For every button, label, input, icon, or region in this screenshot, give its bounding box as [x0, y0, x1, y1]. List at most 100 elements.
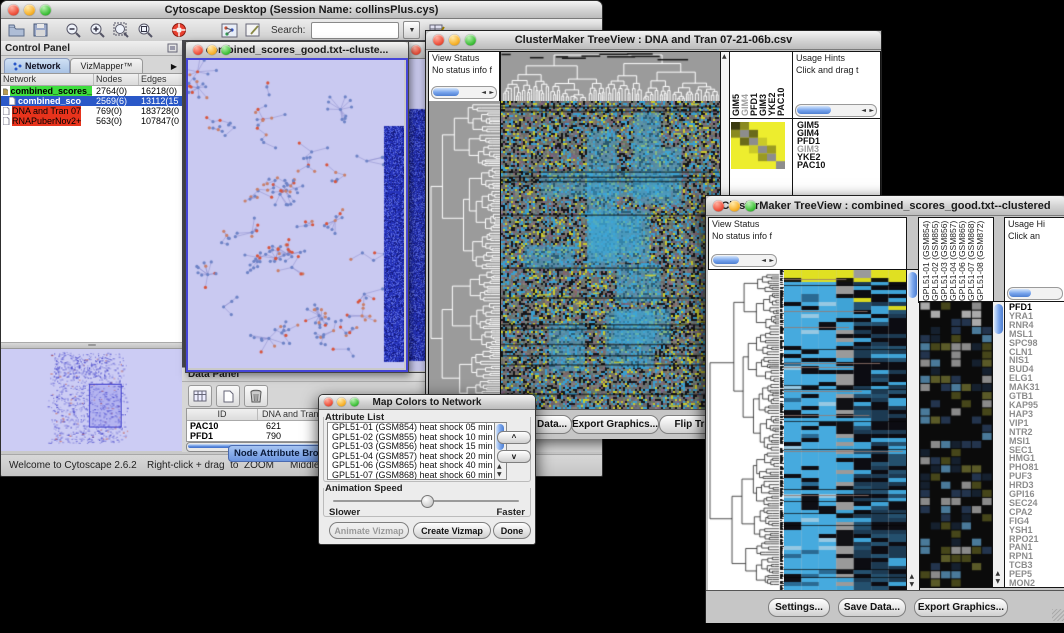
new-attribute-icon[interactable]	[216, 385, 240, 407]
move-down-button[interactable]: v	[497, 450, 531, 463]
tv2-export-graphics-button[interactable]: Export Graphics...	[914, 598, 1008, 617]
delete-attribute-trash-icon[interactable]	[244, 385, 268, 407]
minimize-button[interactable]	[337, 398, 346, 407]
network-view-canvas[interactable]	[188, 60, 404, 368]
zoom-button[interactable]	[221, 45, 231, 55]
file-icon	[3, 107, 10, 115]
minimize-button[interactable]	[729, 200, 740, 211]
tv2-usage-scrollbar[interactable]	[1007, 287, 1063, 300]
animation-speed-slider[interactable]	[333, 495, 519, 507]
move-up-button[interactable]: ^	[497, 431, 531, 444]
zoom-button[interactable]	[40, 4, 51, 15]
tv2-row-dendrogram-canvas[interactable]	[708, 269, 784, 590]
attribute-list-item[interactable]: GPL51-07 (GSM868) heat shock 60 min	[330, 471, 494, 481]
treeview1-title: ClusterMaker TreeView : DNA and Tran 07-…	[426, 34, 881, 46]
done-button[interactable]: Done	[493, 522, 531, 539]
network-row-combined-scores[interactable]: combined_scores_ 2764(0) 16218(0)	[1, 86, 182, 96]
create-vizmap-button[interactable]: Create Vizmap	[413, 522, 491, 539]
desktop: Cytoscape Desktop (Session Name: collins…	[0, 0, 1064, 633]
tv1-correlation-matrix-canvas	[731, 122, 785, 169]
help-lifebuoy-icon[interactable]	[168, 21, 189, 39]
attribute-listbox[interactable]: GPL51-01 (GSM854) heat shock 05 minGPL51…	[327, 422, 495, 480]
network-row-rnapuber[interactable]: RNAPuberNov2+ 563(0) 107847(0)	[1, 116, 182, 126]
slider-thumb[interactable]	[421, 495, 434, 508]
network-row-combined-sco-selected[interactable]: combined_sco 2569(6) 13112(15)	[1, 96, 182, 106]
map-colors-dialog: Map Colors to Network Attribute List GPL…	[318, 394, 536, 545]
tv1-export-graphics-button[interactable]: Export Graphics...	[571, 415, 659, 434]
close-button[interactable]	[713, 200, 724, 211]
tv2-column-labels-panel: GPL51-01 (GSM854)GPL51-02 (GSM855)GPL51-…	[918, 217, 994, 303]
network-view-window: combined_scores_good.txt--cluste...	[185, 41, 409, 373]
file-icon	[3, 117, 10, 125]
network-table-header: Network Nodes Edges	[1, 74, 182, 86]
network-overview-icon[interactable]	[219, 21, 240, 39]
tv2-button-bar: Settings... Save Data... Export Graphics…	[706, 590, 1064, 623]
float-panel-icon[interactable]	[167, 43, 178, 53]
network-overview-canvas[interactable]	[1, 349, 182, 451]
network-tab-icon	[13, 62, 22, 71]
treeview2-title: ClusterMaker TreeView : combined_scores_…	[706, 200, 1064, 212]
control-panel-tabs: Network VizMapper™ ▶	[1, 56, 182, 74]
tv2-usage-hints-panel: Usage Hi Click an	[1004, 217, 1064, 303]
save-icon[interactable]	[30, 21, 51, 39]
folder-icon	[3, 87, 8, 95]
tv1-status-scrollbar[interactable]: ◄►	[431, 86, 497, 99]
tv2-heatmap-canvas[interactable]	[784, 269, 906, 590]
minimize-button[interactable]	[207, 45, 217, 55]
tv1-column-labels-panel: GIM5GIM4PFD1GIM3YKE2PAC10	[729, 51, 794, 120]
faster-label: Faster	[496, 507, 525, 518]
tv2-view-status-panel: View Status No status info f ◄►	[708, 217, 780, 270]
close-button[interactable]	[8, 4, 19, 15]
file-icon	[9, 97, 16, 105]
tv2-settings-button[interactable]: Settings...	[768, 598, 830, 617]
minimize-button[interactable]	[24, 4, 35, 15]
zoom-out-icon[interactable]	[63, 21, 84, 39]
tv2-status-scrollbar[interactable]: ◄►	[711, 254, 777, 267]
close-button[interactable]	[411, 45, 421, 55]
zoom-button[interactable]	[465, 35, 476, 46]
tab-overflow-arrow[interactable]: ▶	[171, 62, 180, 73]
dp-col-id[interactable]: ID	[187, 409, 258, 420]
zoom-fit-icon[interactable]	[111, 21, 132, 39]
node-attribute-browser-tab[interactable]: Node Attribute Brows	[228, 445, 326, 462]
open-file-icon[interactable]	[6, 21, 27, 39]
main-window-title: Cytoscape Desktop (Session Name: collins…	[1, 4, 602, 16]
tv2-gene-list-panel: PFD1YRA1RNR4MSL1SPC98CLN1NIS1BUD4ELG1MAK…	[1004, 301, 1064, 588]
tv2-save-data-button[interactable]: Save Data...	[838, 598, 906, 617]
close-button[interactable]	[433, 35, 444, 46]
minimize-button[interactable]	[449, 35, 460, 46]
attribute-select-icon[interactable]	[188, 385, 212, 407]
control-panel-title: Control Panel	[5, 43, 167, 54]
tab-network[interactable]: Network	[4, 58, 70, 73]
tv2-top-dendrogram-panel	[778, 217, 907, 270]
tv1-usage-hints-panel: Usage Hints Click and drag t ◄►	[792, 51, 881, 120]
tv1-usage-scrollbar[interactable]: ◄►	[795, 104, 877, 117]
zoom-button[interactable]	[745, 200, 756, 211]
zoom-in-icon[interactable]	[87, 21, 108, 39]
network-row-dna-tran[interactable]: DNA and Tran 07 769(0) 183728(0)	[1, 106, 182, 116]
annotation-icon[interactable]	[243, 21, 264, 39]
search-dropdown-button[interactable]: ▼	[403, 21, 420, 39]
tab-vizmapper[interactable]: VizMapper™	[70, 58, 144, 73]
tv1-column-label: PAC10	[777, 82, 786, 116]
status-welcome: Welcome to Cytoscape 2.6.2	[9, 460, 137, 471]
tv2-gene-label[interactable]: MON2	[1007, 579, 1064, 588]
zoom-selected-icon[interactable]	[135, 21, 156, 39]
tv1-row-dendrogram-canvas[interactable]	[428, 101, 501, 409]
search-label: Search:	[271, 25, 305, 36]
resize-grip[interactable]	[1052, 609, 1064, 621]
tv1-heatmap-canvas[interactable]	[500, 101, 721, 409]
tv1-gene-label[interactable]: PAC10	[795, 161, 880, 169]
animate-vizmap-button[interactable]: Animate Vizmap	[329, 522, 409, 539]
zoom-button[interactable]	[350, 398, 359, 407]
tv1-view-status-panel: View Status No status info f ◄►	[428, 51, 500, 102]
main-titlebar[interactable]: Cytoscape Desktop (Session Name: collins…	[1, 1, 602, 19]
tv2-zoom-heatmap-canvas	[919, 301, 993, 588]
tv1-column-dendrogram-canvas[interactable]	[500, 51, 722, 103]
close-button[interactable]	[324, 398, 333, 407]
control-panel: Control Panel Network VizMapper™ ▶ Netwo…	[1, 41, 183, 451]
tv2-column-label: GPL51-08 (GSM872)	[976, 219, 985, 301]
search-input[interactable]	[311, 22, 399, 39]
tv2-heatmap-scrollbar[interactable]: ▲▼	[906, 269, 920, 591]
close-button[interactable]	[193, 45, 203, 55]
